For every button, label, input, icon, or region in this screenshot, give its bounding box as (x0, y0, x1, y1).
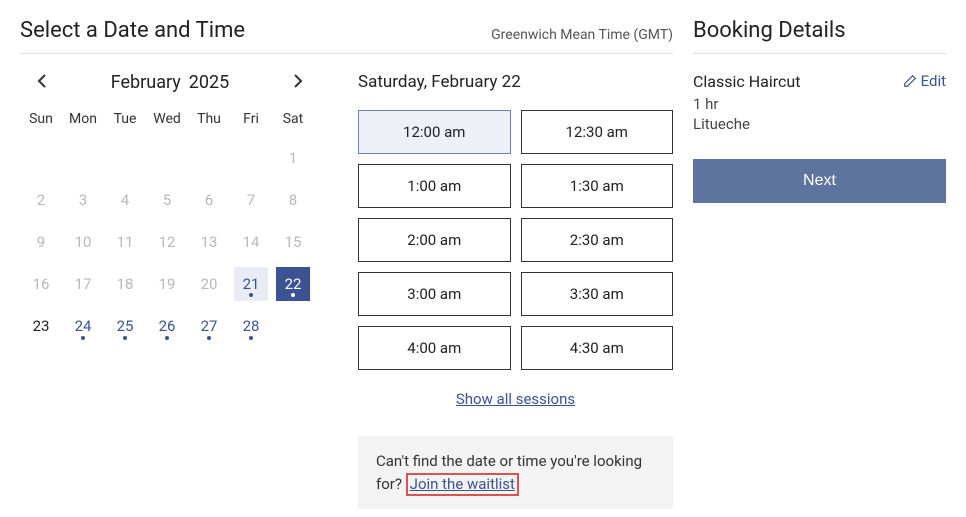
dow-label: Sun (20, 111, 62, 127)
calendar-grid: 1234567891011121314151617181920212223242… (20, 137, 320, 347)
calendar-day: 4 (104, 183, 146, 217)
join-waitlist-link[interactable]: Join the waitlist (406, 473, 519, 496)
calendar-day (104, 141, 146, 175)
calendar-day[interactable]: 21 (234, 267, 268, 301)
dow-label: Mon (62, 111, 104, 127)
time-slot[interactable]: 3:30 am (521, 272, 674, 316)
month-year-label: February 2025 (111, 72, 229, 93)
edit-label: Edit (921, 72, 946, 90)
service-location: Litueche (693, 115, 800, 133)
next-button[interactable]: Next (693, 159, 946, 203)
dow-label: Sat (272, 111, 314, 127)
calendar-day (146, 141, 188, 175)
calendar-day: 1 (272, 141, 314, 175)
calendar-day (188, 141, 230, 175)
calendar-day (230, 141, 272, 175)
calendar-day: 15 (272, 225, 314, 259)
calendar-day: 11 (104, 225, 146, 259)
calendar-day[interactable]: 25 (104, 309, 146, 343)
calendar-day: 13 (188, 225, 230, 259)
calendar-day[interactable]: 26 (146, 309, 188, 343)
edit-service-link[interactable]: Edit (903, 72, 946, 90)
calendar-day: 23 (20, 309, 62, 343)
calendar-day[interactable]: 27 (188, 309, 230, 343)
calendar-day: 8 (272, 183, 314, 217)
calendar-day: 9 (20, 225, 62, 259)
chevron-left-icon (37, 73, 47, 89)
selected-date-label: Saturday, February 22 (358, 72, 673, 92)
calendar-day: 17 (62, 267, 104, 301)
booking-details-title: Booking Details (693, 18, 946, 54)
dow-label: Tue (104, 111, 146, 127)
waitlist-box: Can't find the date or time you're looki… (358, 436, 673, 509)
time-slot[interactable]: 1:00 am (358, 164, 511, 208)
calendar-day (272, 309, 314, 343)
time-slot[interactable]: 1:30 am (521, 164, 674, 208)
calendar-day: 3 (62, 183, 104, 217)
calendar: February2025 SunMonTueWedThuFriSat 12345… (20, 72, 320, 509)
calendar-day[interactable]: 28 (230, 309, 272, 343)
service-duration: 1 hr (693, 95, 800, 113)
time-slot[interactable]: 3:00 am (358, 272, 511, 316)
calendar-day[interactable]: 24 (62, 309, 104, 343)
service-name: Classic Haircut (693, 72, 800, 91)
time-slot[interactable]: 12:30 am (521, 110, 674, 154)
calendar-day: 2 (20, 183, 62, 217)
pencil-icon (903, 74, 917, 88)
timezone-label: Greenwich Mean Time (GMT) (491, 27, 673, 43)
calendar-day: 10 (62, 225, 104, 259)
dow-label: Wed (146, 111, 188, 127)
calendar-day: 12 (146, 225, 188, 259)
time-slot-grid: 12:00 am12:30 am1:00 am1:30 am2:00 am2:3… (358, 110, 673, 370)
calendar-day: 16 (20, 267, 62, 301)
time-slot[interactable]: 12:00 am (358, 110, 511, 154)
dow-label: Fri (230, 111, 272, 127)
time-slot[interactable]: 4:30 am (521, 326, 674, 370)
calendar-day[interactable]: 22 (276, 267, 310, 301)
calendar-day: 5 (146, 183, 188, 217)
time-slot[interactable]: 2:00 am (358, 218, 511, 262)
calendar-day: 18 (104, 267, 146, 301)
calendar-day: 20 (188, 267, 230, 301)
day-of-week-row: SunMonTueWedThuFriSat (20, 111, 320, 127)
show-all-sessions-link[interactable]: Show all sessions (358, 390, 673, 408)
time-slot[interactable]: 2:30 am (521, 218, 674, 262)
page-title: Select a Date and Time (20, 18, 245, 43)
calendar-day: 7 (230, 183, 272, 217)
year-label: 2025 (189, 72, 229, 93)
dow-label: Thu (188, 111, 230, 127)
month-label: February (111, 72, 181, 93)
time-slot[interactable]: 4:00 am (358, 326, 511, 370)
calendar-day: 19 (146, 267, 188, 301)
calendar-day (62, 141, 104, 175)
calendar-day: 14 (230, 225, 272, 259)
chevron-right-icon (293, 73, 303, 89)
next-month-button[interactable] (288, 73, 308, 93)
calendar-day (20, 141, 62, 175)
calendar-day: 6 (188, 183, 230, 217)
prev-month-button[interactable] (32, 73, 52, 93)
